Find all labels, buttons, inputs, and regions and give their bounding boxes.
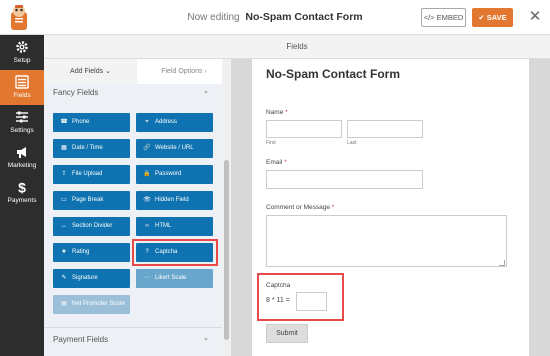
- field-button-password[interactable]: 🔒 Password: [136, 165, 213, 184]
- dollar-icon: $: [18, 180, 26, 194]
- tab-field-options[interactable]: Field Options ›: [137, 59, 231, 84]
- panel-scrollbar-thumb[interactable]: [224, 160, 229, 340]
- fields-icon: [15, 75, 29, 89]
- submit-button[interactable]: Submit: [266, 324, 308, 343]
- field-button-file-upload[interactable]: ⇪ File Upload: [53, 165, 130, 184]
- field-label: Net Promoter Score: [72, 301, 126, 307]
- panel-tabs: Add Fields ⌄ Field Options ›: [44, 59, 231, 84]
- save-button[interactable]: ✔ SAVE: [472, 8, 513, 27]
- name-label: Name *: [266, 109, 288, 116]
- nav-item-fields[interactable]: Fields: [0, 70, 44, 105]
- field-label: Date / Time: [72, 145, 103, 151]
- star-icon: ★: [61, 249, 67, 255]
- chevron-down-icon[interactable]: ⌄: [203, 334, 209, 342]
- email-input[interactable]: [266, 170, 423, 189]
- field-label: Rating: [72, 249, 90, 255]
- nav-item-payments[interactable]: $ Payments: [0, 175, 44, 210]
- nav-label: Marketing: [7, 162, 37, 169]
- email-label: Email *: [266, 159, 287, 166]
- captcha-field-highlight: [257, 273, 344, 321]
- field-button-rating[interactable]: ★ Rating: [53, 243, 130, 262]
- field-label: Page Break: [72, 197, 104, 203]
- map-marker-icon: ⌖: [145, 119, 149, 125]
- editing-prefix: Now editing: [187, 12, 240, 23]
- first-name-input[interactable]: [266, 120, 342, 138]
- lock-icon: 🔒: [143, 171, 151, 177]
- field-label: Likert Scale: [155, 275, 187, 281]
- field-button-likert-scale[interactable]: ⋯ Likert Scale: [136, 269, 213, 288]
- tab-add-fields[interactable]: Add Fields ⌄: [44, 59, 137, 84]
- captcha-button-highlight: [132, 239, 218, 266]
- calendar-icon: ▦: [61, 145, 67, 151]
- megaphone-icon: [17, 147, 26, 158]
- field-label: Address: [155, 119, 178, 125]
- field-label: Hidden Field: [155, 197, 189, 203]
- comment-textarea[interactable]: [266, 215, 507, 267]
- field-label: Signature: [72, 275, 98, 281]
- nav-label: Fields: [13, 92, 31, 99]
- field-button-net-promoter-score[interactable]: ▤ Net Promoter Score: [53, 295, 130, 314]
- field-button-date-time[interactable]: ▦ Date / Time: [53, 139, 130, 158]
- fancy-fields-title[interactable]: Fancy Fields: [53, 88, 98, 97]
- left-nav: Setup Fields Settings Marketing $ Paymen…: [0, 35, 44, 356]
- page-break-icon: ▭: [61, 197, 67, 203]
- ellipsis-icon: ⋯: [144, 275, 150, 281]
- tab-add-fields-label: Add Fields: [70, 68, 104, 75]
- fields-header: Fields: [44, 35, 550, 59]
- nav-label: Setup: [13, 57, 31, 64]
- first-sublabel: First: [266, 140, 276, 146]
- field-button-section-divider[interactable]: ↔ Section Divider: [53, 217, 130, 236]
- field-button-signature[interactable]: ✎ Signature: [53, 269, 130, 288]
- resize-handle-icon[interactable]: [499, 260, 505, 266]
- field-label: File Upload: [72, 171, 103, 177]
- editing-title: Now editing No-Spam Contact Form: [0, 0, 550, 35]
- payment-fields-title[interactable]: Payment Fields: [53, 335, 108, 344]
- nav-label: Settings: [10, 127, 34, 134]
- nav-item-settings[interactable]: Settings: [0, 105, 44, 140]
- code-icon: ‹›: [145, 223, 149, 229]
- field-button-phone[interactable]: ☎ Phone: [53, 113, 130, 132]
- field-label: Website / URL: [155, 145, 194, 151]
- pen-icon: ✎: [61, 275, 67, 281]
- comment-label: Comment or Message *: [266, 204, 335, 211]
- tab-field-options-label: Field Options: [161, 68, 203, 75]
- svg-text:$: $: [18, 180, 26, 194]
- nav-item-marketing[interactable]: Marketing: [0, 140, 44, 175]
- nps-icon: ▤: [61, 301, 67, 307]
- link-icon: 🔗: [143, 145, 151, 151]
- sliders-icon: [16, 111, 28, 123]
- phone-icon: ☎: [60, 119, 68, 125]
- last-name-input[interactable]: [347, 120, 423, 138]
- gear-icon: [16, 41, 28, 53]
- embed-button[interactable]: </> EMBED: [421, 8, 466, 27]
- top-bar: Now editing No-Spam Contact Form </> EMB…: [0, 0, 550, 35]
- divider: [44, 327, 222, 328]
- eye-slash-icon: 👁: [143, 197, 151, 203]
- field-label: HTML: [155, 223, 172, 229]
- field-button-html[interactable]: ‹› HTML: [136, 217, 213, 236]
- field-label: Password: [155, 171, 182, 177]
- form-title: No-Spam Contact Form: [266, 67, 401, 81]
- field-label: Section Divider: [72, 223, 113, 229]
- arrows-horizontal-icon: ↔: [61, 223, 67, 229]
- chevron-right-icon: ›: [204, 68, 207, 75]
- field-label: Phone: [72, 119, 90, 125]
- nav-label: Payments: [7, 197, 37, 204]
- last-sublabel: Last: [347, 140, 357, 146]
- nav-item-setup[interactable]: Setup: [0, 35, 44, 70]
- form-name: No-Spam Contact Form: [245, 11, 363, 23]
- close-icon[interactable]: ✕: [527, 8, 543, 26]
- chevron-down-icon[interactable]: ⌄: [203, 87, 209, 95]
- chevron-down-icon: ⌄: [105, 68, 111, 75]
- upload-icon: ⇪: [61, 171, 67, 177]
- field-button-address[interactable]: ⌖ Address: [136, 113, 213, 132]
- field-button-website-url[interactable]: 🔗 Website / URL: [136, 139, 213, 158]
- field-button-page-break[interactable]: ▭ Page Break: [53, 191, 130, 210]
- field-button-hidden-field[interactable]: 👁 Hidden Field: [136, 191, 213, 210]
